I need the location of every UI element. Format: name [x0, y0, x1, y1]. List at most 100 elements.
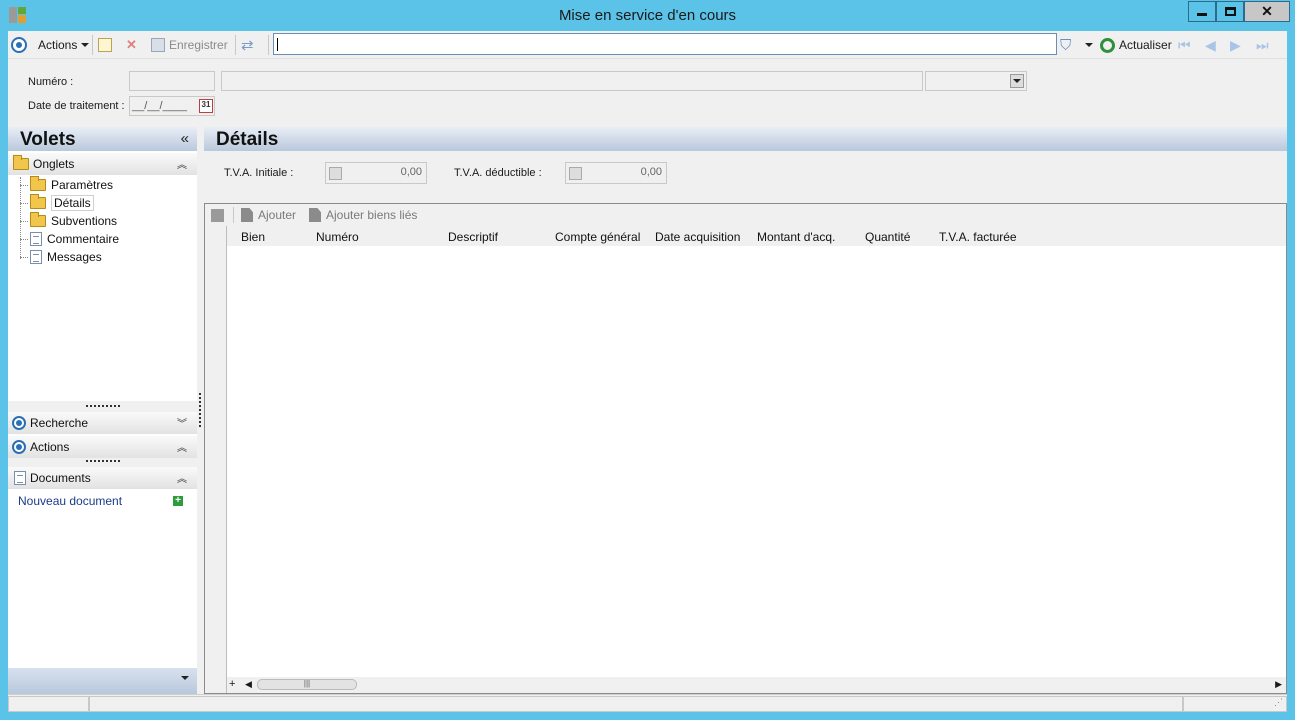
scrollbar-thumb[interactable]: ||| [257, 679, 357, 690]
chevron-up-icon[interactable]: ︽ [177, 439, 187, 454]
column-header[interactable]: Descriptif [448, 230, 498, 244]
status-cell [89, 696, 1183, 712]
chevron-up-icon[interactable]: ︽ [177, 156, 187, 171]
folder-icon [30, 212, 46, 227]
tree-item-commentaire[interactable]: Commentaire [30, 230, 119, 248]
refresh-button[interactable]: Actualiser [1100, 35, 1172, 55]
section-splitter[interactable] [8, 458, 197, 467]
tva-initiale-field[interactable]: 0,00 [325, 162, 427, 184]
scroll-left-icon[interactable]: ◀ [245, 679, 252, 690]
onglets-section-header[interactable]: Onglets ︽ [8, 153, 197, 175]
combo-dropdown-button[interactable] [1010, 74, 1024, 88]
recherche-section-label: Recherche [30, 416, 89, 430]
client-area: Actions ✕ Enregistrer ⇄ ⛉ Actualiser ⏮ ◀… [8, 31, 1287, 712]
new-button[interactable] [98, 35, 112, 55]
filter-button[interactable]: ⛉ [1060, 35, 1071, 55]
edit-button[interactable] [211, 207, 224, 223]
last-record-button[interactable]: ⏭ [1256, 35, 1269, 55]
search-input[interactable] [273, 33, 1057, 55]
tree-item-parametres[interactable]: Paramètres [30, 176, 113, 194]
next-record-button[interactable]: ▶ [1230, 35, 1241, 55]
grid-header-row: Bien Numéro Descriptif Compte général Da… [205, 226, 1286, 246]
refresh-label: Actualiser [1119, 38, 1172, 52]
target-icon [12, 416, 26, 430]
filter-dropdown-button[interactable] [1085, 35, 1093, 55]
delete-button[interactable]: ✕ [126, 35, 137, 55]
row-selector-column [205, 226, 227, 693]
toolbar-separator [233, 207, 234, 223]
tva-deductible-field[interactable]: 0,00 [565, 162, 667, 184]
maximize-icon [1224, 7, 1236, 16]
panel-splitter[interactable] [197, 127, 204, 694]
documents-section-header[interactable]: Documents ︽ [8, 467, 197, 489]
add-icon[interactable]: + [173, 496, 183, 506]
grip-handle[interactable] [86, 405, 120, 408]
horizontal-scrollbar[interactable]: + ◀ ||| ▶ [227, 677, 1286, 693]
main-toolbar: Actions ✕ Enregistrer ⇄ ⛉ Actualiser ⏮ ◀… [8, 31, 1287, 59]
date-label: Date de traitement : [28, 100, 125, 112]
column-header[interactable]: Date acquisition [655, 230, 740, 244]
sync-button[interactable]: ⇄ [241, 35, 254, 55]
column-header[interactable]: Compte général [555, 230, 640, 244]
side-panel-footer[interactable] [8, 668, 197, 694]
actions-section-header[interactable]: Actions ︽ [8, 436, 197, 458]
folder-open-icon [30, 194, 46, 209]
previous-record-button[interactable]: ◀ [1205, 35, 1216, 55]
collapse-panel-icon[interactable]: « [181, 130, 189, 147]
calendar-icon[interactable]: 31 [199, 99, 213, 113]
toolbar-separator [92, 35, 93, 55]
tva-deductible-label: T.V.A. déductible : [454, 167, 542, 179]
grid-toolbar: Ajouter Ajouter biens liés [205, 204, 1286, 226]
maximize-button[interactable] [1216, 1, 1244, 22]
dropdown-arrow-icon [1085, 43, 1093, 47]
document-icon [30, 232, 42, 246]
add-linked-button[interactable]: Ajouter biens liés [309, 207, 417, 223]
column-header[interactable]: T.V.A. facturée [939, 230, 1017, 244]
save-button[interactable]: Enregistrer [151, 35, 228, 55]
description-field[interactable] [221, 71, 923, 91]
tree-item-label: Paramètres [51, 178, 114, 192]
toolbar-separator [235, 35, 236, 55]
edit-icon [211, 208, 224, 222]
column-header[interactable]: Montant d'acq. [757, 230, 835, 244]
tree-item-messages[interactable]: Messages [30, 248, 102, 266]
date-field[interactable]: __/__/____ 31 [129, 96, 215, 116]
recherche-section-header[interactable]: Recherche ︾ [8, 412, 197, 434]
new-document-link[interactable]: Nouveau document [18, 494, 122, 508]
add-page-icon [241, 208, 253, 222]
scroll-right-icon[interactable]: ▶ [1275, 679, 1282, 690]
minimize-icon [1197, 13, 1207, 16]
calculator-icon[interactable] [329, 167, 342, 180]
type-combo[interactable] [925, 71, 1027, 91]
chevron-down-icon[interactable] [181, 676, 189, 680]
tva-initiale-label: T.V.A. Initiale : [224, 167, 294, 179]
actions-menu-label: Actions [38, 38, 78, 52]
details-title: Détails [216, 129, 279, 150]
numero-field[interactable] [129, 71, 215, 91]
grip-handle[interactable] [199, 393, 201, 427]
tree-item-subventions[interactable]: Subventions [30, 212, 117, 230]
add-row-icon[interactable]: + [229, 678, 235, 690]
chevron-down-icon[interactable]: ︾ [177, 415, 187, 430]
column-header[interactable]: Quantité [865, 230, 910, 244]
column-header[interactable]: Bien [241, 230, 265, 244]
circle-icon-button[interactable] [11, 35, 27, 55]
target-icon [11, 37, 27, 53]
first-record-button[interactable]: ⏮ [1178, 35, 1191, 55]
calculator-icon[interactable] [569, 167, 582, 180]
first-record-icon: ⏮ [1178, 36, 1191, 53]
minimize-button[interactable] [1188, 1, 1216, 22]
save-icon [151, 38, 165, 52]
chevron-up-icon[interactable]: ︽ [177, 470, 187, 485]
tree-item-details[interactable]: Détails [30, 194, 94, 212]
date-field-value: __/__/____ [132, 100, 188, 112]
title-bar[interactable]: Mise en service d'en cours ✕ [0, 0, 1295, 30]
grip-handle[interactable] [86, 460, 120, 463]
resize-grip-icon[interactable]: ⋰ [1274, 697, 1283, 708]
close-button[interactable]: ✕ [1244, 1, 1290, 22]
actions-section-label: Actions [30, 440, 70, 454]
actions-menu-button[interactable]: Actions [38, 35, 90, 55]
add-button[interactable]: Ajouter [241, 207, 296, 223]
documents-section-label: Documents [30, 471, 91, 485]
column-header[interactable]: Numéro [316, 230, 359, 244]
